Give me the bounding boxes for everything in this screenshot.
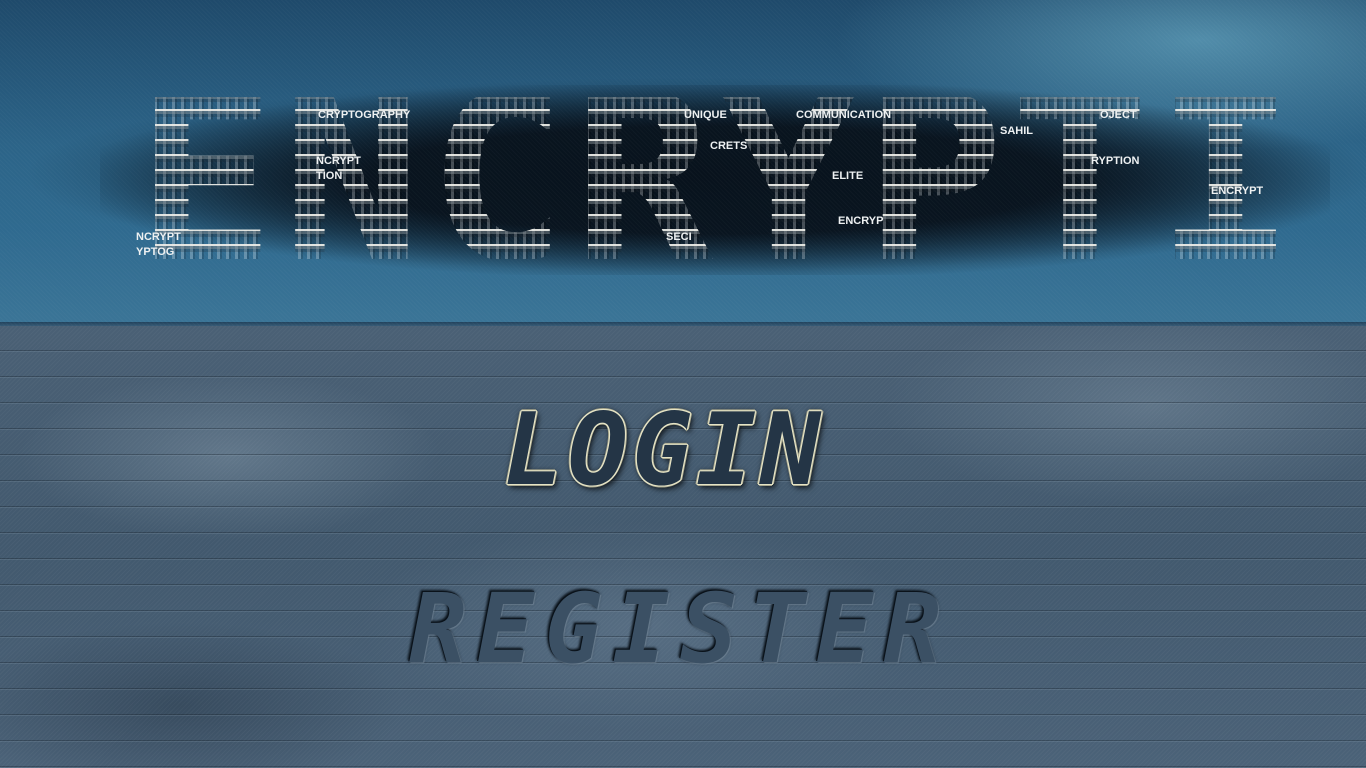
- banner-keyword: ENCRYPT: [1211, 185, 1264, 197]
- banner-keyword: CRYPTOGRAPHY: [318, 109, 411, 121]
- banner-keyword: UNIQUE: [684, 109, 727, 121]
- login-button[interactable]: LOGIN: [466, 400, 862, 500]
- banner-keyword: YPTOG: [136, 246, 175, 258]
- title-logo-text: ENCRYP TION: [136, 97, 1278, 259]
- banner-keyword: NCRYPT: [316, 155, 361, 167]
- banner-keyword: ELITE: [832, 170, 864, 182]
- banner-shadow: [100, 85, 1330, 275]
- banner-keyword: COMMUNICATION: [796, 109, 892, 121]
- title-banner: ENCRYP TION CRYPTOGRAPHY UNIQUE COMMUNICA…: [0, 0, 1366, 328]
- main-menu-screen: ENCRYP TION CRYPTOGRAPHY UNIQUE COMMUNICA…: [0, 0, 1366, 768]
- register-button[interactable]: REGISTER: [354, 581, 1006, 677]
- title-logo: ENCRYP TION CRYPTOGRAPHY UNIQUE COMMUNICA…: [136, 97, 1278, 259]
- banner-keyword: ENCRYP: [838, 215, 884, 227]
- banner-keyword: OJECT: [1100, 109, 1137, 121]
- banner-keyword: TION: [316, 170, 343, 182]
- banner-keyword: RYPTION: [1091, 155, 1140, 167]
- banner-keyword: SAHIL: [1000, 125, 1033, 137]
- banner-keyword: CRETS: [710, 140, 748, 152]
- banner-keyword: SECI: [666, 231, 692, 243]
- banner-keyword: NCRYPT: [136, 231, 181, 243]
